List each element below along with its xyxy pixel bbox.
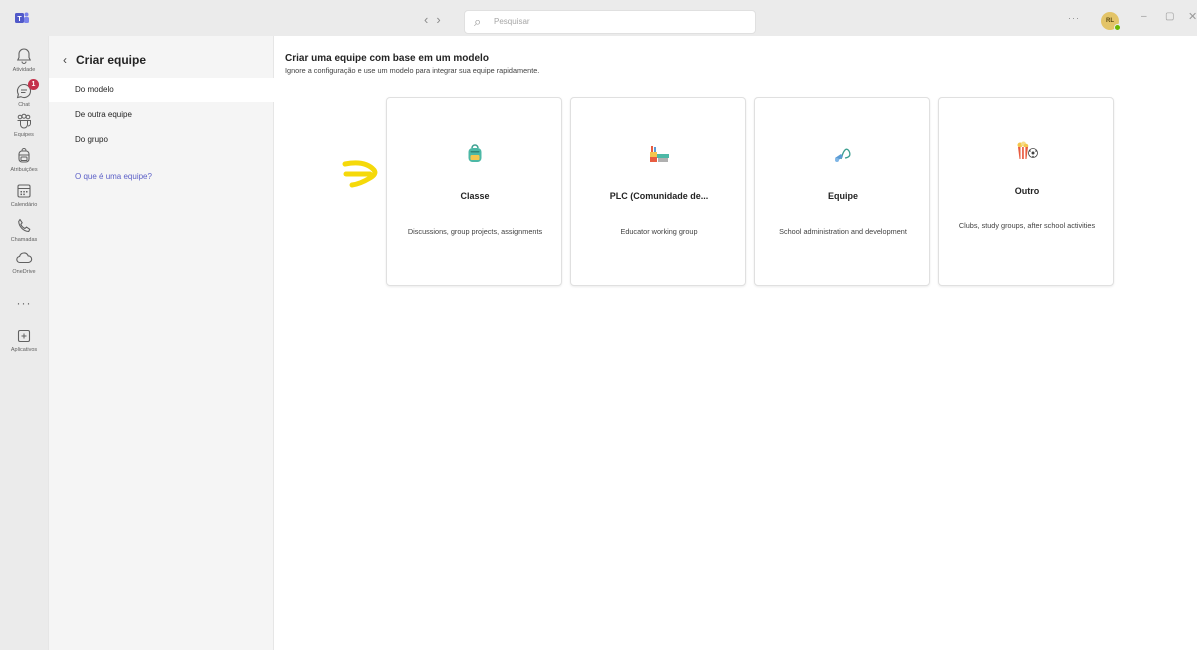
app-rail: Atividade 1 Chat Equipes Atribuições Cal… bbox=[0, 36, 48, 650]
whistle-icon bbox=[835, 148, 851, 162]
annotation-arrow-icon bbox=[342, 160, 378, 188]
what-is-team-link[interactable]: O que é uma equipe? bbox=[75, 172, 152, 181]
card-description: Clubs, study groups, after school activi… bbox=[958, 221, 1096, 230]
create-team-panel: ‹ Criar equipe Do modelo De outra equipe … bbox=[48, 36, 274, 650]
card-title: Equipe bbox=[827, 191, 858, 201]
title-bar: T ‹› ⌕ Pesquisar ··· RL – ▢ ✕ bbox=[0, 0, 1197, 36]
chevron-left-icon[interactable]: ‹ bbox=[63, 53, 67, 67]
rail-label: Chat bbox=[18, 102, 30, 108]
rail-label: Calendário bbox=[10, 202, 38, 208]
rail-item-chat[interactable]: 1 Chat bbox=[0, 79, 48, 108]
panel-title: Criar equipe bbox=[76, 53, 147, 67]
close-button[interactable]: ✕ bbox=[1188, 10, 1197, 23]
template-card-classe[interactable]: Classe Discussions, group projects, assi… bbox=[386, 97, 562, 286]
card-title: Outro bbox=[1014, 186, 1040, 196]
rail-item-atribuicoes[interactable]: Atribuições bbox=[0, 146, 48, 173]
history-nav: ‹› bbox=[424, 12, 449, 27]
rail-label: OneDrive bbox=[12, 269, 36, 275]
rail-item-chamadas[interactable]: Chamadas bbox=[0, 216, 48, 243]
minimize-button[interactable]: – bbox=[1141, 11, 1147, 22]
chat-badge: 1 bbox=[28, 79, 39, 90]
card-description: Educator working group bbox=[620, 227, 698, 236]
search-box[interactable]: ⌕ Pesquisar bbox=[464, 10, 756, 34]
search-placeholder: Pesquisar bbox=[494, 17, 530, 26]
card-description: Discussions, group projects, assignments bbox=[407, 227, 543, 236]
template-card-plc[interactable]: PLC (Comunidade de... Educator working g… bbox=[570, 97, 746, 286]
card-icon-wrap bbox=[387, 143, 563, 165]
more-options-icon[interactable]: ··· bbox=[1068, 13, 1080, 23]
card-icon-wrap bbox=[939, 140, 1115, 162]
search-icon: ⌕ bbox=[474, 14, 482, 29]
rail-item-aplicativos[interactable]: Aplicativos bbox=[0, 326, 48, 353]
page-subtitle: Ignore a configuração e use um modelo pa… bbox=[285, 66, 540, 75]
card-icon-wrap bbox=[755, 143, 931, 165]
svg-text:T: T bbox=[17, 16, 22, 23]
avatar-initials: RL bbox=[1106, 18, 1114, 24]
rail-label: Aplicativos bbox=[10, 347, 38, 353]
template-card-outro[interactable]: Outro Clubs, study groups, after school … bbox=[938, 97, 1114, 286]
bell-icon bbox=[16, 48, 32, 65]
backpack-icon bbox=[18, 148, 30, 163]
card-icon-wrap bbox=[571, 143, 747, 165]
avatar[interactable]: RL bbox=[1101, 12, 1121, 31]
apps-icon bbox=[17, 329, 31, 343]
card-description: School administration and development bbox=[779, 227, 907, 236]
card-title: Classe bbox=[460, 191, 490, 201]
page-title: Criar uma equipe com base em um modelo bbox=[285, 53, 489, 64]
teams-logo-icon[interactable]: T bbox=[14, 10, 30, 26]
rail-item-equipes[interactable]: Equipes bbox=[0, 111, 48, 138]
maximize-button[interactable]: ▢ bbox=[1165, 11, 1174, 22]
back-arrow-icon[interactable]: ‹ bbox=[424, 12, 436, 27]
teams-icon bbox=[17, 113, 31, 129]
card-title: PLC (Comunidade de... bbox=[609, 191, 709, 201]
rail-label: Atividade bbox=[12, 67, 36, 73]
rail-label: Equipes bbox=[14, 132, 34, 138]
panel-item-do-grupo[interactable]: Do grupo bbox=[49, 128, 274, 152]
teams-window: T ‹› ⌕ Pesquisar ··· RL – ▢ ✕ Atividade … bbox=[0, 0, 1197, 650]
rail-item-calendario[interactable]: Calendário bbox=[0, 181, 48, 208]
template-card-equipe[interactable]: Equipe School administration and develop… bbox=[754, 97, 930, 286]
forward-arrow-icon[interactable]: › bbox=[436, 12, 448, 27]
main-content: Criar uma equipe com base em um modelo I… bbox=[275, 36, 1197, 650]
rail-item-atividade[interactable]: Atividade bbox=[0, 46, 48, 73]
rail-item-onedrive[interactable]: OneDrive bbox=[0, 248, 48, 275]
books-icon bbox=[650, 146, 669, 162]
calendar-icon bbox=[17, 184, 31, 198]
phone-icon bbox=[18, 218, 31, 233]
panel-item-de-outra-equipe[interactable]: De outra equipe bbox=[49, 103, 274, 127]
backpack-icon bbox=[468, 144, 482, 162]
more-apps-icon[interactable]: ··· bbox=[0, 296, 48, 310]
panel-item-do-modelo[interactable]: Do modelo bbox=[49, 78, 274, 102]
rail-label: Atribuições bbox=[10, 167, 38, 173]
rail-label: Chamadas bbox=[10, 237, 38, 243]
cloud-icon bbox=[16, 252, 33, 264]
panel-header: ‹ Criar equipe bbox=[63, 53, 146, 67]
popcorn-soccer-icon bbox=[1017, 141, 1038, 159]
presence-available-icon bbox=[1114, 24, 1121, 31]
